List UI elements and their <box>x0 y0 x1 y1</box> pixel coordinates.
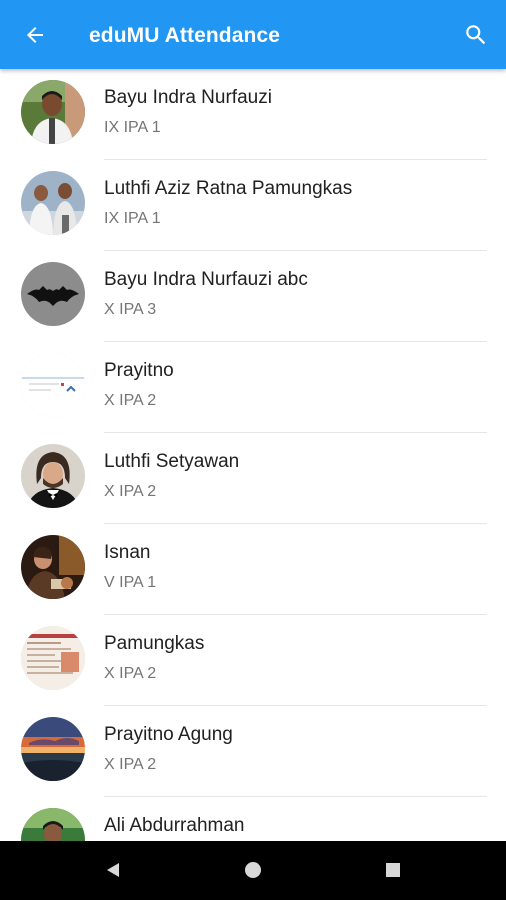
student-row[interactable]: Luthfi Aziz Ratna Pamungkas IX IPA 1 <box>0 160 506 251</box>
system-nav-bar <box>0 841 506 900</box>
student-row[interactable]: Bayu Indra Nurfauzi IX IPA 1 <box>0 69 506 160</box>
student-avatar <box>21 353 85 417</box>
student-list[interactable]: Bayu Indra Nurfauzi IX IPA 1 Luthfi Aziz… <box>0 69 506 841</box>
student-name: Bayu Indra Nurfauzi <box>104 87 272 108</box>
app-title: eduMU Attendance <box>89 24 280 47</box>
student-avatar <box>21 262 85 326</box>
arrow-left-icon <box>27 27 43 43</box>
student-name: Prayitno Agung <box>104 724 233 745</box>
nav-recents-button[interactable] <box>378 855 408 885</box>
student-avatar <box>21 808 85 841</box>
search-button[interactable] <box>461 20 491 50</box>
student-name: Isnan <box>104 542 151 563</box>
student-class: X IPA 2 <box>104 392 157 409</box>
back-button[interactable] <box>20 20 50 50</box>
app-bar: eduMU Attendance <box>0 0 506 69</box>
student-class: IX IPA 1 <box>104 210 161 227</box>
student-row[interactable]: Bayu Indra Nurfauzi abc X IPA 3 <box>0 251 506 342</box>
student-name: Ali Abdurrahman <box>104 815 245 836</box>
student-row[interactable]: Prayitno Agung X IPA 2 <box>0 706 506 797</box>
student-row[interactable]: Luthfi Setyawan X IPA 2 <box>0 433 506 524</box>
square-recents-icon <box>386 863 400 877</box>
student-avatar <box>21 535 85 599</box>
student-class: IX IPA 1 <box>104 119 161 136</box>
student-name: Luthfi Aziz Ratna Pamungkas <box>104 178 353 199</box>
student-avatar <box>21 717 85 781</box>
student-avatar <box>21 171 85 235</box>
nav-home-button[interactable] <box>238 855 268 885</box>
student-class: X IPA 2 <box>104 483 157 500</box>
student-row[interactable]: Prayitno X IPA 2 <box>0 342 506 433</box>
student-name: Prayitno <box>104 360 174 381</box>
student-class: X IPA 2 <box>104 665 157 682</box>
student-class: X IPA 2 <box>104 756 157 773</box>
student-name: Luthfi Setyawan <box>104 451 240 472</box>
circle-home-icon <box>245 862 261 878</box>
student-row[interactable]: Ali Abdurrahman <box>0 797 506 841</box>
student-avatar <box>21 444 85 508</box>
search-icon <box>466 25 486 45</box>
student-class: X IPA 3 <box>104 301 157 318</box>
nav-back-button[interactable] <box>98 855 128 885</box>
student-avatar <box>21 80 85 144</box>
student-class: V IPA 1 <box>104 574 157 591</box>
student-name: Bayu Indra Nurfauzi abc <box>104 269 308 290</box>
student-row[interactable]: Pamungkas X IPA 2 <box>0 615 506 706</box>
triangle-back-icon <box>107 863 119 877</box>
student-avatar <box>21 626 85 690</box>
student-name: Pamungkas <box>104 633 205 654</box>
student-row[interactable]: Isnan V IPA 1 <box>0 524 506 615</box>
